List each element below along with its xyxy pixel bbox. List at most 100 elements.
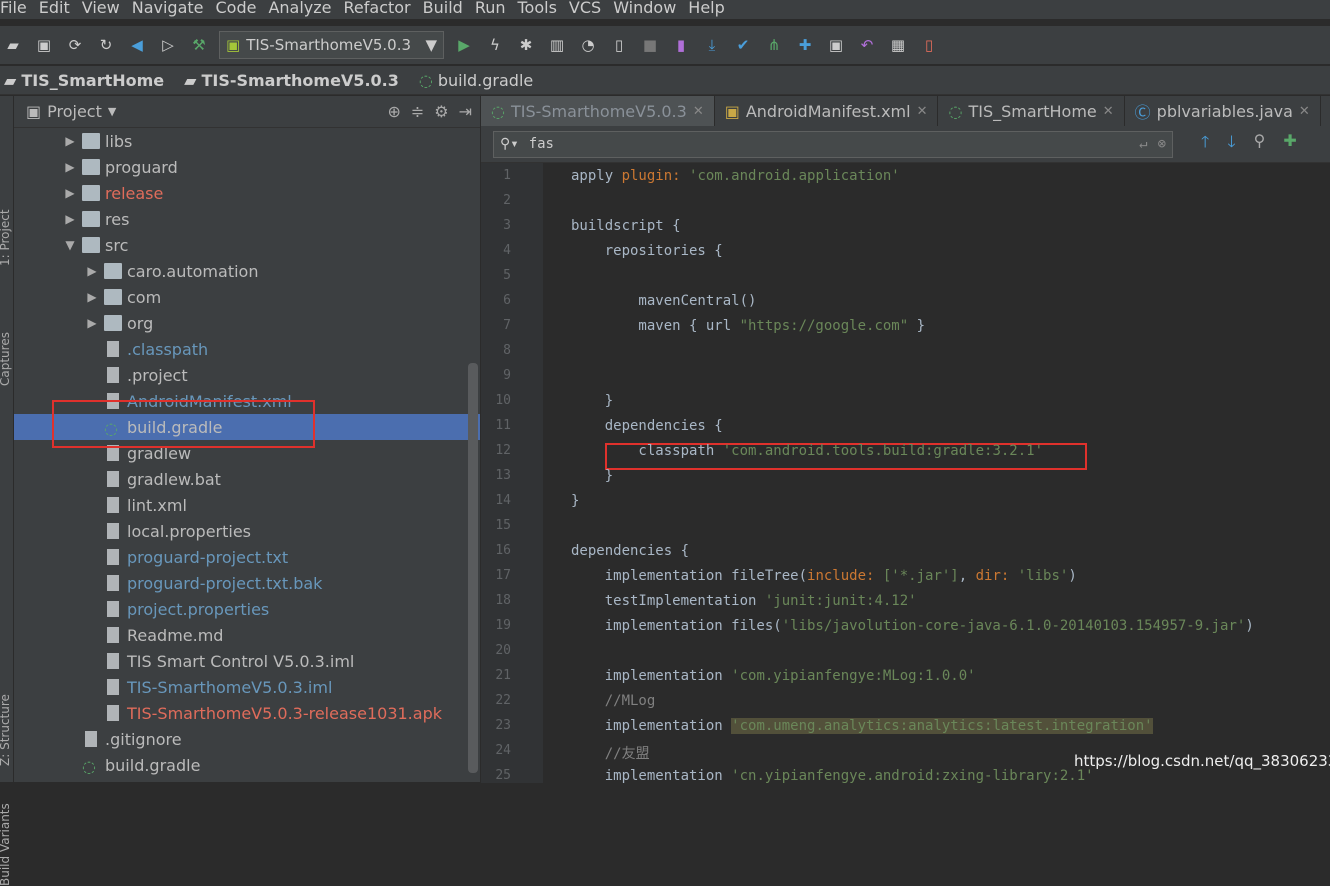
tree-item[interactable]: local.properties (14, 518, 480, 544)
clear-icon[interactable]: ⊗ (1158, 136, 1166, 152)
tree-item[interactable]: proguard-project.txt.bak (14, 570, 480, 596)
menu-item[interactable]: View (82, 0, 120, 19)
tree-item[interactable]: ▶ org (14, 310, 480, 336)
search-input[interactable]: ⚲▾ fas ↵ ⊗ (493, 130, 1173, 158)
tree-item[interactable]: ▶ com (14, 284, 480, 310)
code-token: include: (807, 568, 883, 584)
menu-item[interactable]: Refactor (344, 0, 411, 19)
collapsed-arrow-icon[interactable]: ▶ (84, 316, 100, 330)
collapsed-arrow-icon[interactable]: ▶ (62, 160, 78, 174)
tree-item[interactable]: ▶ caro.automation (14, 258, 480, 284)
add-selection-icon[interactable]: ✚ (1283, 131, 1296, 158)
forward-icon[interactable]: ▷ (157, 34, 179, 56)
close-icon[interactable]: ✕ (1299, 104, 1310, 119)
apply-changes-icon[interactable]: ϟ (484, 34, 506, 56)
editor-tab[interactable]: ⒸW (1321, 96, 1330, 126)
layout-inspector-icon[interactable]: ▣ (825, 34, 847, 56)
undo-icon[interactable]: ↶ (856, 34, 878, 56)
expanded-arrow-icon[interactable]: ▼ (62, 238, 78, 252)
tree-item[interactable]: project.properties (14, 596, 480, 622)
close-icon[interactable]: ✕ (1103, 104, 1114, 119)
collapsed-arrow-icon[interactable]: ▶ (62, 212, 78, 226)
tree-item[interactable]: proguard-project.txt (14, 544, 480, 570)
chevron-down-icon[interactable]: ▼ (108, 105, 116, 118)
open-folder-icon[interactable]: ▰ (2, 34, 24, 56)
collapsed-arrow-icon[interactable]: ▶ (84, 264, 100, 278)
hide-icon[interactable]: ⇥ (459, 102, 472, 121)
menu-item[interactable]: Help (688, 0, 724, 19)
find-all-icon[interactable]: ⚲ (1254, 131, 1266, 158)
tree-item[interactable]: gradlew.bat (14, 466, 480, 492)
menu-item[interactable]: File (0, 0, 27, 19)
sdk-download-icon[interactable]: ⤓ (701, 34, 723, 56)
next-match-icon[interactable]: 🡓 (1227, 131, 1235, 158)
captures-side-tab[interactable]: Captures (0, 332, 12, 386)
tree-item[interactable]: lint.xml (14, 492, 480, 518)
build-variants-side-tab[interactable]: Build Variants (0, 803, 12, 886)
project-side-tab[interactable]: 1: Project (0, 209, 12, 266)
profile-icon[interactable]: ▥ (546, 34, 568, 56)
locate-icon[interactable]: ⊕ (387, 102, 400, 121)
back-icon[interactable]: ◀ (126, 34, 148, 56)
previous-match-icon[interactable]: 🡑 (1201, 131, 1209, 158)
run-config-select[interactable]: ▣ TIS-SmarthomeV5.0.3 ▼ (219, 31, 444, 59)
close-icon[interactable]: ✕ (917, 104, 928, 119)
breadcrumb-file[interactable]: ◌ build.gradle (415, 71, 549, 90)
menu-item[interactable]: Build (423, 0, 463, 19)
save-icon[interactable]: ▣ (33, 34, 55, 56)
debug-icon[interactable]: ✱ (515, 34, 537, 56)
tree-item[interactable]: ▶ libs (14, 128, 480, 154)
collapsed-arrow-icon[interactable]: ▶ (62, 134, 78, 148)
line-number: 17 (495, 568, 511, 583)
tree-item[interactable]: .project (14, 362, 480, 388)
build-hammer-icon[interactable]: ⚒ (188, 34, 210, 56)
collapse-icon[interactable]: ≑ (411, 102, 424, 121)
editor-tab[interactable]: Ⓒpblvariables.java ✕ (1125, 96, 1321, 126)
menu-item[interactable]: VCS (569, 0, 601, 19)
tree-item[interactable]: TIS-SmarthomeV5.0.3.iml (14, 674, 480, 700)
structure-side-tab[interactable]: Z: Structure (0, 694, 12, 766)
tree-item[interactable]: .classpath (14, 336, 480, 362)
editor-tab[interactable]: ◌ TIS-SmarthomeV5.0.3 ✕ (481, 96, 715, 126)
tree-item[interactable]: TIS Smart Control V5.0.3.iml (14, 648, 480, 674)
merge-icon[interactable]: ✚ (794, 34, 816, 56)
breadcrumb-module[interactable]: ▰ TIS-SmarthomeV5.0.3 (180, 71, 415, 90)
tree-item[interactable]: ▶ proguard (14, 154, 480, 180)
menu-item[interactable]: Code (216, 0, 257, 19)
device-icon[interactable]: ▯ (918, 34, 940, 56)
sync-icon[interactable]: ⟳ (64, 34, 86, 56)
tree-item[interactable]: ◌ build.gradle (14, 752, 480, 778)
tree-item[interactable]: ▶ res (14, 206, 480, 232)
avd-icon[interactable]: ▮ (670, 34, 692, 56)
run-icon[interactable]: ▶ (453, 34, 475, 56)
breadcrumb-root[interactable]: ▰ TIS_SmartHome (0, 71, 180, 90)
menu-item[interactable]: Run (475, 0, 506, 19)
code-token: apply (571, 168, 622, 184)
menu-item[interactable]: Window (613, 0, 676, 19)
tree-scrollbar[interactable] (468, 363, 478, 773)
vcs-update-icon[interactable]: ✔ (732, 34, 754, 56)
project-structure-icon[interactable]: ▦ (887, 34, 909, 56)
menu-item[interactable]: Analyze (268, 0, 331, 19)
stop-icon[interactable]: ■ (639, 34, 661, 56)
project-panel-title[interactable]: Project (47, 102, 102, 121)
editor-tab[interactable]: ◌ TIS_SmartHome ✕ (938, 96, 1125, 126)
tree-item[interactable]: Readme.md (14, 622, 480, 648)
tree-item[interactable]: .gitignore (14, 726, 480, 752)
tree-item[interactable]: TIS-SmarthomeV5.0.3-release1031.apk (14, 700, 480, 726)
menu-item[interactable]: Edit (39, 0, 70, 19)
vcs-graph-icon[interactable]: ⋔ (763, 34, 785, 56)
close-icon[interactable]: ✕ (693, 104, 704, 119)
refresh-icon[interactable]: ↻ (95, 34, 117, 56)
gauge-icon[interactable]: ◔ (577, 34, 599, 56)
collapsed-arrow-icon[interactable]: ▶ (84, 290, 100, 304)
editor-tab[interactable]: ▣ AndroidManifest.xml ✕ (715, 96, 939, 126)
menu-item[interactable]: Tools (518, 0, 557, 19)
code-line: classpath 'com.android.tools.build:gradl… (571, 443, 1043, 459)
tree-item[interactable]: ▶ release (14, 180, 480, 206)
gear-icon[interactable]: ⚙ (434, 102, 448, 121)
attach-icon[interactable]: ▯ (608, 34, 630, 56)
tree-item[interactable]: ▼ src (14, 232, 480, 258)
collapsed-arrow-icon[interactable]: ▶ (62, 186, 78, 200)
menu-item[interactable]: Navigate (132, 0, 204, 19)
